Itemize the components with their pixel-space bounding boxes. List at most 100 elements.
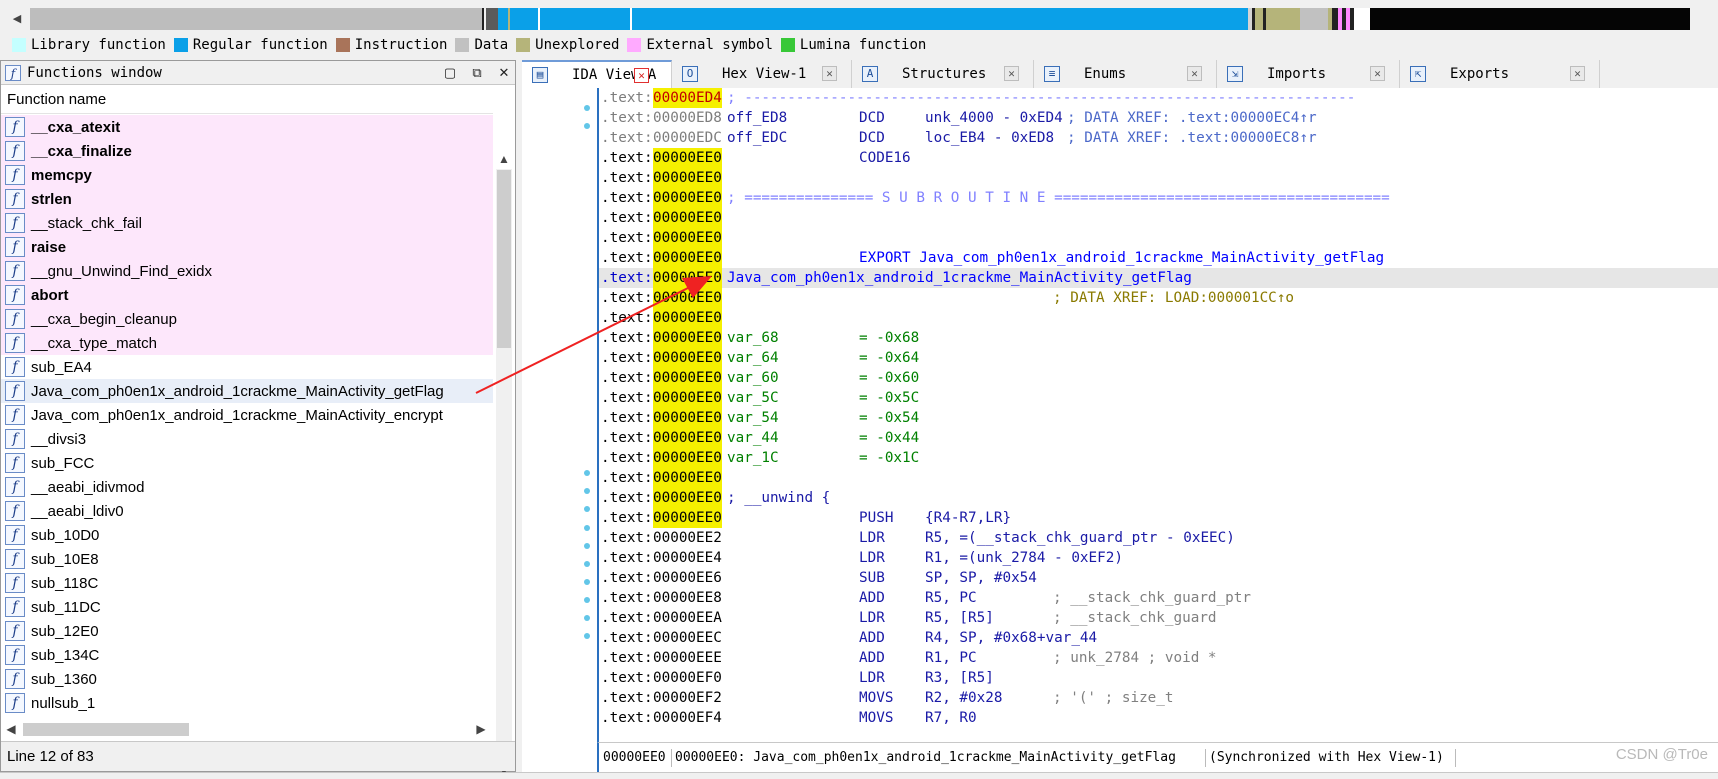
function-list-item[interactable]: f sub_EA4 [1,355,493,379]
function-list-item[interactable]: f __aeabi_ldiv0 [1,499,493,523]
function-list-item[interactable]: f __gnu_Unwind_Find_exidx [1,259,493,283]
nav-segment[interactable] [486,8,498,30]
nav-segment[interactable] [30,8,482,30]
function-list-item[interactable]: f sub_11DC [1,595,493,619]
disasm-line[interactable]: .text: 00000EE0 ; =============== S U B R … [599,188,1718,208]
disasm-line[interactable]: .text: 00000EE0 [599,168,1718,188]
scroll-right-icon[interactable]: ▶ [471,719,491,739]
vertical-scrollbar[interactable]: ▲ ▼ [494,149,514,779]
nav-segment[interactable] [1255,8,1263,30]
function-list-item[interactable]: f sub_FCC [1,451,493,475]
disasm-line[interactable]: .text: 00000EE0 [599,228,1718,248]
functions-window-titlebar[interactable]: f Functions window ▢ ⧉ ✕ [1,61,515,85]
function-list-item[interactable]: f sub_134C [1,643,493,667]
disasm-line[interactable]: .text: 00000EEA LDR R5, [R5] ; __stack_chk_g… [599,608,1718,628]
function-list-item[interactable]: f abort [1,283,493,307]
disasm-line[interactable]: .text: 00000EE2 LDR R5, =(__stack_chk_guard… [599,528,1718,548]
disasm-line[interactable]: .text: 00000EF2 MOVS R2, #0x28 ; '(' ; size_… [599,688,1718,708]
nav-segment[interactable] [510,8,538,30]
function-list-item[interactable]: f sub_118C [1,571,493,595]
disasm-line[interactable]: .text: 00000EE0 var_5C = -0x5C [599,388,1718,408]
tab-ida-view-a[interactable]: ▤ IDA View-A ✕ [522,60,672,88]
nav-segment[interactable] [498,8,508,30]
disasm-line[interactable]: .text: 00000EE0 [599,308,1718,328]
disasm-line[interactable]: .text: 00000EEE ADD R1, PC ; unk_2784 ; void… [599,648,1718,668]
tab-structures[interactable]: A Structures ✕ [852,60,1034,88]
function-name-column-header[interactable]: Function name [1,86,493,114]
disasm-line[interactable]: .text: 00000EE0 EXPORT Java_com_ph0en1x_an… [599,248,1718,268]
scroll-up-icon[interactable]: ▲ [494,149,514,169]
function-list-item[interactable]: f strlen [1,187,493,211]
tab-close-icon[interactable]: ✕ [1570,66,1585,81]
disasm-line[interactable]: .text: 00000EE6 SUB SP, SP, #0x54 [599,568,1718,588]
disasm-line[interactable]: .text: 00000EE0 var_60 = -0x60 [599,368,1718,388]
tab-close-icon[interactable]: ✕ [634,68,649,83]
function-list-item[interactable]: f sub_10D0 [1,523,493,547]
nav-left-arrow-icon[interactable]: ◀ [10,9,24,29]
tab-close-icon[interactable]: ✕ [1004,66,1019,81]
disasm-line[interactable]: .text: 00000EEC ADD R4, SP, #0x68+var_44 [599,628,1718,648]
function-list-item[interactable]: f __cxa_finalize [1,139,493,163]
disasm-line[interactable]: .text: 00000EE0 var_54 = -0x54 [599,408,1718,428]
disasm-line[interactable]: .text: 00000EE0 var_1C = -0x1C [599,448,1718,468]
tab-enums[interactable]: ≡ Enums ✕ [1034,60,1217,88]
disasm-line[interactable]: .text: 00000EE0 [599,468,1718,488]
disasm-line[interactable]: .text: 00000EE0 var_68 = -0x68 [599,328,1718,348]
disasm-line[interactable]: .text: 00000EE0 var_64 = -0x64 [599,348,1718,368]
tab-close-icon[interactable]: ✕ [822,66,837,81]
disasm-line[interactable]: .text: 00000EE0 ; DATA XREF: LOAD:000001CC… [599,288,1718,308]
nav-segment[interactable] [1354,8,1370,30]
disasm-line[interactable]: .text: 00000EE0 ; __unwind { [599,488,1718,508]
function-list-item[interactable]: f __stack_chk_fail [1,211,493,235]
separator-comment: ; =============== S U B R O U T I N E ==… [727,190,1390,206]
disasm-line[interactable]: .text: 00000EE0 CODE16 [599,148,1718,168]
hscroll-thumb[interactable] [23,723,189,736]
tab-imports[interactable]: ⇲ Imports ✕ [1217,60,1400,88]
disassembly-listing[interactable]: .text: 00000ED4; ------------------------… [597,88,1718,742]
nav-segment[interactable] [1300,8,1328,30]
function-list-item[interactable]: f __divsi3 [1,427,493,451]
nav-segment[interactable] [1370,8,1690,30]
function-list-item[interactable]: f sub_1360 [1,667,493,691]
navigation-band[interactable]: ◀ [0,0,1718,34]
function-list-item[interactable]: f memcpy [1,163,493,187]
navigation-bar[interactable] [30,8,1690,30]
function-list-item[interactable]: f sub_10E8 [1,547,493,571]
disasm-line[interactable]: .text: 00000EDC off_EDC DCD loc_EB4 - 0xED8;… [599,128,1718,148]
disasm-line[interactable]: .text: 00000ED4 ; ------------------------… [599,88,1718,108]
maximize-icon[interactable]: ▢ [441,64,459,82]
disasm-line[interactable]: .text: 00000EE0 var_44 = -0x44 [599,428,1718,448]
function-list-item[interactable]: f __cxa_begin_cleanup [1,307,493,331]
disasm-line[interactable]: .text: 00000ED8 off_ED8 DCD unk_4000 - 0xED4… [599,108,1718,128]
function-list-item[interactable]: f __cxa_type_match [1,331,493,355]
tab-close-icon[interactable]: ✕ [1187,66,1202,81]
scroll-thumb[interactable] [497,170,511,348]
function-list-item[interactable]: f nullsub_1 [1,691,493,715]
tab-close-icon[interactable]: ✕ [1370,66,1385,81]
function-list-item[interactable]: f raise [1,235,493,259]
nav-segment[interactable] [1266,8,1300,30]
tab-hex-view-1[interactable]: O Hex View-1 ✕ [672,60,852,88]
disasm-line[interactable]: .text: 00000EE4 LDR R1, =(unk_2784 - 0xEF2) [599,548,1718,568]
function-list-item[interactable]: f Java_com_ph0en1x_android_1crackme_MainA… [1,379,493,403]
disasm-line[interactable]: .text: 00000EE0 PUSH {R4-R7,LR} [599,508,1718,528]
function-list-item[interactable]: f Java_com_ph0en1x_android_1crackme_MainA… [1,403,493,427]
disasm-line[interactable]: .text: 00000EE8 ADD R5, PC ; __stack_chk_gua… [599,588,1718,608]
nav-segment[interactable] [482,8,484,30]
disasm-line[interactable]: .text: 00000EE0 [599,208,1718,228]
scroll-left-icon[interactable]: ◀ [1,719,21,739]
close-icon[interactable]: ✕ [495,64,513,82]
nav-segment[interactable] [632,8,1248,30]
function-list-item[interactable]: f __cxa_atexit [1,115,493,139]
function-list[interactable]: f __cxa_atexit f __cxa_finalize f memcpy f strl… [1,115,493,719]
function-list-item[interactable]: f sub_12E0 [1,619,493,643]
float-icon[interactable]: ⧉ [468,64,486,82]
function-list-item[interactable]: f __aeabi_idivmod [1,475,493,499]
disasm-line[interactable]: .text: 00000EF0 LDR R3, [R5] [599,668,1718,688]
horizontal-scrollbar[interactable]: ◀ ▶ [1,719,493,739]
tab-exports[interactable]: ⇱ Exports ✕ [1400,60,1600,88]
disasm-line[interactable]: .text: 00000EF4 MOVS R7, R0 [599,708,1718,728]
disasm-line[interactable]: .text: 00000EE0 Java_com_ph0en1x_android_1… [599,268,1718,288]
ida-view-disassembly[interactable]: .text: 00000ED4; ------------------------… [522,88,1718,772]
nav-segment[interactable] [540,8,630,30]
